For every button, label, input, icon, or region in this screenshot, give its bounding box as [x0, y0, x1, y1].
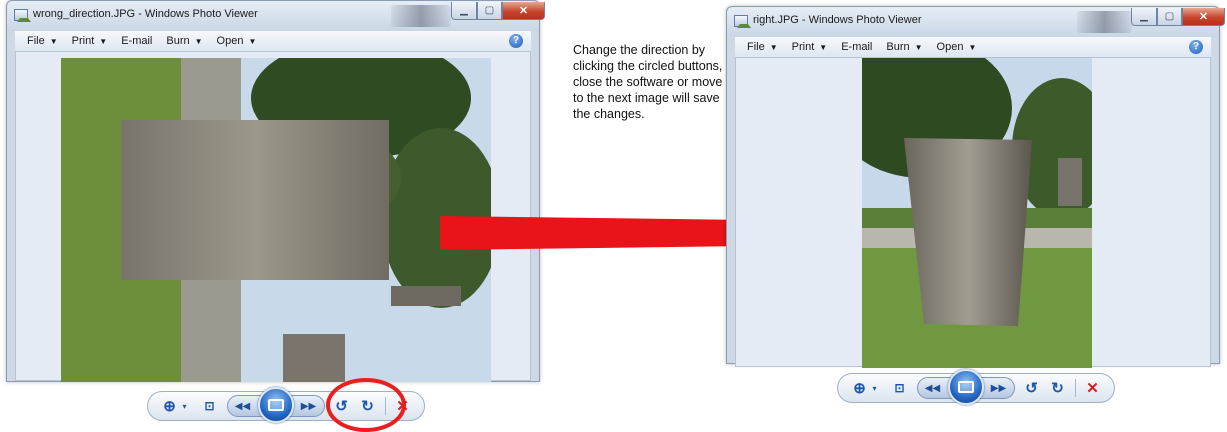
maximize-button[interactable]: ▢ — [477, 2, 502, 20]
title-bar[interactable]: right.JPG - Windows Photo Viewer ▁ ▢ ✕ — [727, 7, 1225, 37]
control-pill: ⊕ ▾ ⊡ ◀◀ ▶▶ ↺ ↻ ✕ — [837, 369, 1115, 405]
zoom-dropdown-icon[interactable]: ▾ — [182, 402, 186, 411]
zoom-dropdown-icon[interactable]: ▾ — [872, 384, 876, 393]
minimize-button[interactable]: ▁ — [1131, 8, 1157, 26]
navigation-group: ◀◀ ▶▶ — [226, 387, 325, 423]
title-bar[interactable]: wrong_direction.JPG - Windows Photo View… — [7, 1, 545, 31]
caption-buttons: ▁ ▢ ✕ — [451, 2, 545, 20]
window-title: wrong_direction.JPG - Windows Photo View… — [33, 8, 258, 20]
gravestone-photo-sideways — [61, 58, 491, 382]
menu-burn[interactable]: Burn ▼ — [886, 41, 922, 53]
help-icon[interactable]: ? — [509, 34, 523, 48]
close-button[interactable]: ✕ — [1182, 8, 1225, 26]
photo-viewer-app-icon — [734, 15, 751, 28]
next-icon[interactable]: ▶▶ — [984, 378, 1014, 398]
slideshow-icon[interactable] — [947, 369, 984, 405]
menu-open[interactable]: Open ▼ — [217, 35, 257, 47]
menu-file[interactable]: File ▼ — [27, 35, 58, 47]
menu-email[interactable]: E-mail — [841, 41, 872, 53]
menu-file[interactable]: File ▼ — [747, 41, 778, 53]
actual-size-icon[interactable]: ⊡ — [887, 375, 913, 401]
control-bar-right: ⊕ ▾ ⊡ ◀◀ ▶▶ ↺ ↻ ✕ — [818, 369, 1134, 405]
window-title: right.JPG - Windows Photo Viewer — [753, 14, 922, 26]
zoom-icon[interactable]: ⊕ — [156, 393, 182, 419]
rotate-buttons-highlight-circle — [326, 378, 406, 432]
minimize-button[interactable]: ▁ — [451, 2, 477, 20]
menu-print[interactable]: Print ▼ — [792, 41, 828, 53]
instruction-text: Change the direction by clicking the cir… — [573, 43, 723, 121]
menu-open[interactable]: Open ▼ — [937, 41, 977, 53]
photo-viewer-window-right: right.JPG - Windows Photo Viewer ▁ ▢ ✕ F… — [726, 6, 1225, 368]
caption-buttons: ▁ ▢ ✕ — [1131, 8, 1225, 26]
rotate-counterclockwise-icon[interactable]: ↺ — [1019, 375, 1045, 401]
menu-print[interactable]: Print ▼ — [72, 35, 108, 47]
menu-bar: File ▼ Print ▼ E-mail Burn ▼ Open ▼ ? — [735, 37, 1211, 57]
actual-size-icon[interactable]: ⊡ — [197, 393, 223, 419]
menu-email[interactable]: E-mail — [121, 35, 152, 47]
image-viewport — [735, 57, 1211, 368]
help-icon[interactable]: ? — [1189, 40, 1203, 54]
close-button[interactable]: ✕ — [502, 2, 545, 20]
next-icon[interactable]: ▶▶ — [294, 396, 324, 416]
title-bar-blur — [391, 5, 451, 27]
previous-icon[interactable]: ◀◀ — [228, 396, 258, 416]
rotate-clockwise-icon[interactable]: ↻ — [1045, 375, 1071, 401]
slideshow-icon[interactable] — [257, 387, 294, 423]
previous-icon[interactable]: ◀◀ — [918, 378, 948, 398]
title-bar-blur — [1077, 11, 1132, 33]
delete-icon[interactable]: ✕ — [1080, 375, 1106, 401]
navigation-group: ◀◀ ▶▶ — [916, 369, 1015, 405]
menu-burn[interactable]: Burn ▼ — [166, 35, 202, 47]
maximize-button[interactable]: ▢ — [1157, 8, 1182, 26]
photo-viewer-app-icon — [14, 9, 31, 22]
menu-bar: File ▼ Print ▼ E-mail Burn ▼ Open ▼ ? — [15, 31, 531, 51]
control-separator — [1074, 379, 1076, 397]
gravestone-photo-upright — [862, 58, 1092, 368]
zoom-icon[interactable]: ⊕ — [846, 375, 872, 401]
